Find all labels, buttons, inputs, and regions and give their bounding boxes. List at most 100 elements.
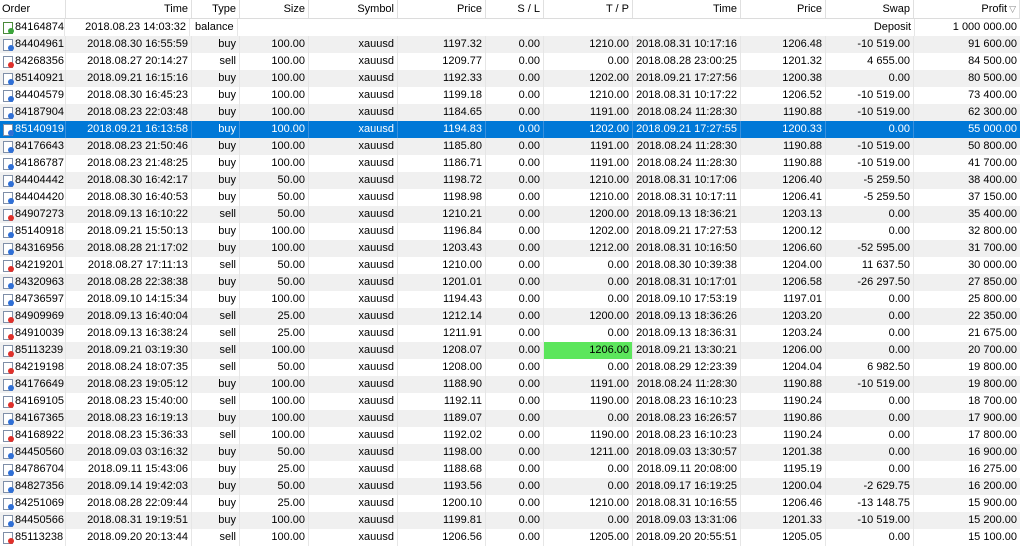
order-number: 84186787 [15,157,64,169]
order-cell: 84320963 [0,274,66,291]
table-row[interactable]: 84736597 2018.09.10 14:15:34 buy 100.00 xauu… [0,291,1020,308]
trade-type: sell [192,257,240,274]
profit: 62 300.00 [968,106,1017,118]
open-price: 1185.80 [398,138,486,155]
order-number: 84404442 [15,174,64,186]
table-row[interactable]: 84219198 2018.08.24 18:07:35 sell 50.00 xauu… [0,359,1020,376]
table-row[interactable]: 85140921 2018.09.21 16:15:16 buy 100.00 xauu… [0,70,1020,87]
open-time: 2018.08.27 20:14:27 [66,53,192,70]
take-profit: 1200.00 [544,308,633,325]
table-row[interactable]: 84219201 2018.08.27 17:11:13 sell 50.00 xauu… [0,257,1020,274]
profit: 27 850.00 [968,276,1017,288]
table-row-selected[interactable]: 85140919 2018.09.21 16:13:58 buy 100.00 xauu… [0,121,1020,138]
table-row[interactable]: 84910039 2018.09.13 16:38:24 sell 25.00 xauu… [0,325,1020,342]
table-row[interactable]: 84169105 2018.08.23 15:40:00 sell 100.00 xau… [0,393,1020,410]
order-number: 85140919 [15,123,64,135]
lot-size: 100.00 [240,70,309,87]
table-row[interactable]: 84268356 2018.08.27 20:14:27 sell 100.00 xau… [0,53,1020,70]
order-cell: 84736597 [0,291,66,308]
buy-order-icon [2,38,14,51]
close-time: 2018.08.31 10:17:16 [633,36,741,53]
close-time: 2018.08.29 12:23:39 [633,359,741,376]
col-header-order[interactable]: Order [0,0,66,18]
table-row[interactable]: 84907273 2018.09.13 16:10:22 sell 50.00 xauu… [0,206,1020,223]
trade-type: buy [192,495,240,512]
table-row[interactable]: 84404961 2018.08.30 16:55:59 buy 100.00 xauu… [0,36,1020,53]
col-header-size[interactable]: Size [240,0,309,18]
lot-size: 100.00 [240,512,309,529]
table-row[interactable]: 84404579 2018.08.30 16:45:23 buy 100.00 xauu… [0,87,1020,104]
stop-loss: 0.00 [486,478,544,495]
col-header-profit[interactable]: Profit ▽ [914,0,1020,18]
buy-order-icon [2,276,14,289]
table-row[interactable]: 84404442 2018.08.30 16:42:17 buy 50.00 xauus… [0,172,1020,189]
stop-loss: 0.00 [486,240,544,257]
buy-order-icon [2,293,14,306]
table-row[interactable]: 85113238 2018.09.20 20:13:44 sell 100.00 xau… [0,529,1020,546]
trade-type: sell [192,342,240,359]
table-row[interactable]: 84909969 2018.09.13 16:40:04 sell 25.00 xauu… [0,308,1020,325]
open-price: 1200.10 [398,495,486,512]
col-header-tp[interactable]: T / P [544,0,633,18]
col-header-sl[interactable]: S / L [486,0,544,18]
order-number: 84404961 [15,38,64,50]
swap: 4 655.00 [826,53,914,70]
order-cell: 84176643 [0,138,66,155]
close-time: 2018.08.31 10:17:11 [633,189,741,206]
order-cell: 84404579 [0,87,66,104]
table-row[interactable]: 84320963 2018.08.28 22:38:38 buy 50.00 xauus… [0,274,1020,291]
table-row[interactable]: 84786704 2018.09.11 15:43:06 buy 25.00 xauus… [0,461,1020,478]
table-row[interactable]: 85113239 2018.09.21 03:19:30 sell 100.00 xau… [0,342,1020,359]
close-time: 2018.08.31 10:16:50 [633,240,741,257]
open-price: 1211.91 [398,325,486,342]
open-price: 1198.98 [398,189,486,206]
swap: -2 629.75 [826,478,914,495]
table-row[interactable]: 84827356 2018.09.14 19:42:03 buy 50.00 xauus… [0,478,1020,495]
table-row[interactable]: 84251069 2018.08.28 22:09:44 buy 25.00 xauus… [0,495,1020,512]
table-row[interactable]: 84404420 2018.08.30 16:40:53 buy 50.00 xauus… [0,189,1020,206]
col-header-symbol[interactable]: Symbol [309,0,398,18]
table-row[interactable]: 84176649 2018.08.23 19:05:12 buy 100.00 xauu… [0,376,1020,393]
balance-row[interactable]: 84164874 2018.08.23 14:03:32 balance Dep… [0,19,1020,36]
close-price: 1190.24 [741,393,826,410]
table-row[interactable]: 84167365 2018.08.23 16:19:13 buy 100.00 xauu… [0,410,1020,427]
buy-order-icon [2,89,14,102]
sell-order-icon [2,344,14,357]
col-header-swap[interactable]: Swap [826,0,914,18]
open-price: 1184.65 [398,104,486,121]
order-cell: 84251069 [0,495,66,512]
take-profit: 1205.00 [544,529,633,546]
buy-order-icon [2,123,14,136]
close-price: 1203.13 [741,206,826,223]
table-row[interactable]: 84316956 2018.08.28 21:17:02 buy 100.00 xauu… [0,240,1020,257]
swap: 0.00 [826,342,914,359]
order-cell: 84187904 [0,104,66,121]
col-header-label: Swap [882,3,910,15]
open-price: 1193.56 [398,478,486,495]
close-price: 1190.88 [741,376,826,393]
trade-type: buy [192,444,240,461]
col-header-open-price[interactable]: Price [398,0,486,18]
table-row[interactable]: 84186787 2018.08.23 21:48:25 buy 100.00 xauu… [0,155,1020,172]
lot-size: 25.00 [240,308,309,325]
swap: 0.00 [826,529,914,546]
order-cell: 84909969 [0,308,66,325]
col-header-close-price[interactable]: Price [741,0,826,18]
col-header-open-time[interactable]: Time [66,0,192,18]
col-header-close-time[interactable]: Time [633,0,741,18]
table-row[interactable]: 84450566 2018.08.31 19:19:51 buy 100.00 xauu… [0,512,1020,529]
profit: 20 700.00 [968,344,1017,356]
col-header-type[interactable]: Type [192,0,240,18]
open-price: 1198.72 [398,172,486,189]
table-row[interactable]: 84450560 2018.09.03 03:16:32 buy 50.00 xauus… [0,444,1020,461]
buy-order-icon [2,463,14,476]
symbol: xauusd [309,444,398,461]
open-price: 1192.33 [398,70,486,87]
close-time: 2018.08.23 16:10:23 [633,393,741,410]
table-row[interactable]: 84187904 2018.08.23 22:03:48 buy 100.00 xauu… [0,104,1020,121]
table-row[interactable]: 85140918 2018.09.21 15:50:13 buy 100.00 xauu… [0,223,1020,240]
close-price: 1206.40 [741,172,826,189]
table-row[interactable]: 84176643 2018.08.23 21:50:46 buy 100.00 xauu… [0,138,1020,155]
sort-descending-icon[interactable]: ▽ [1009,4,1016,14]
table-row[interactable]: 84168922 2018.08.23 15:36:33 sell 100.00 xau… [0,427,1020,444]
